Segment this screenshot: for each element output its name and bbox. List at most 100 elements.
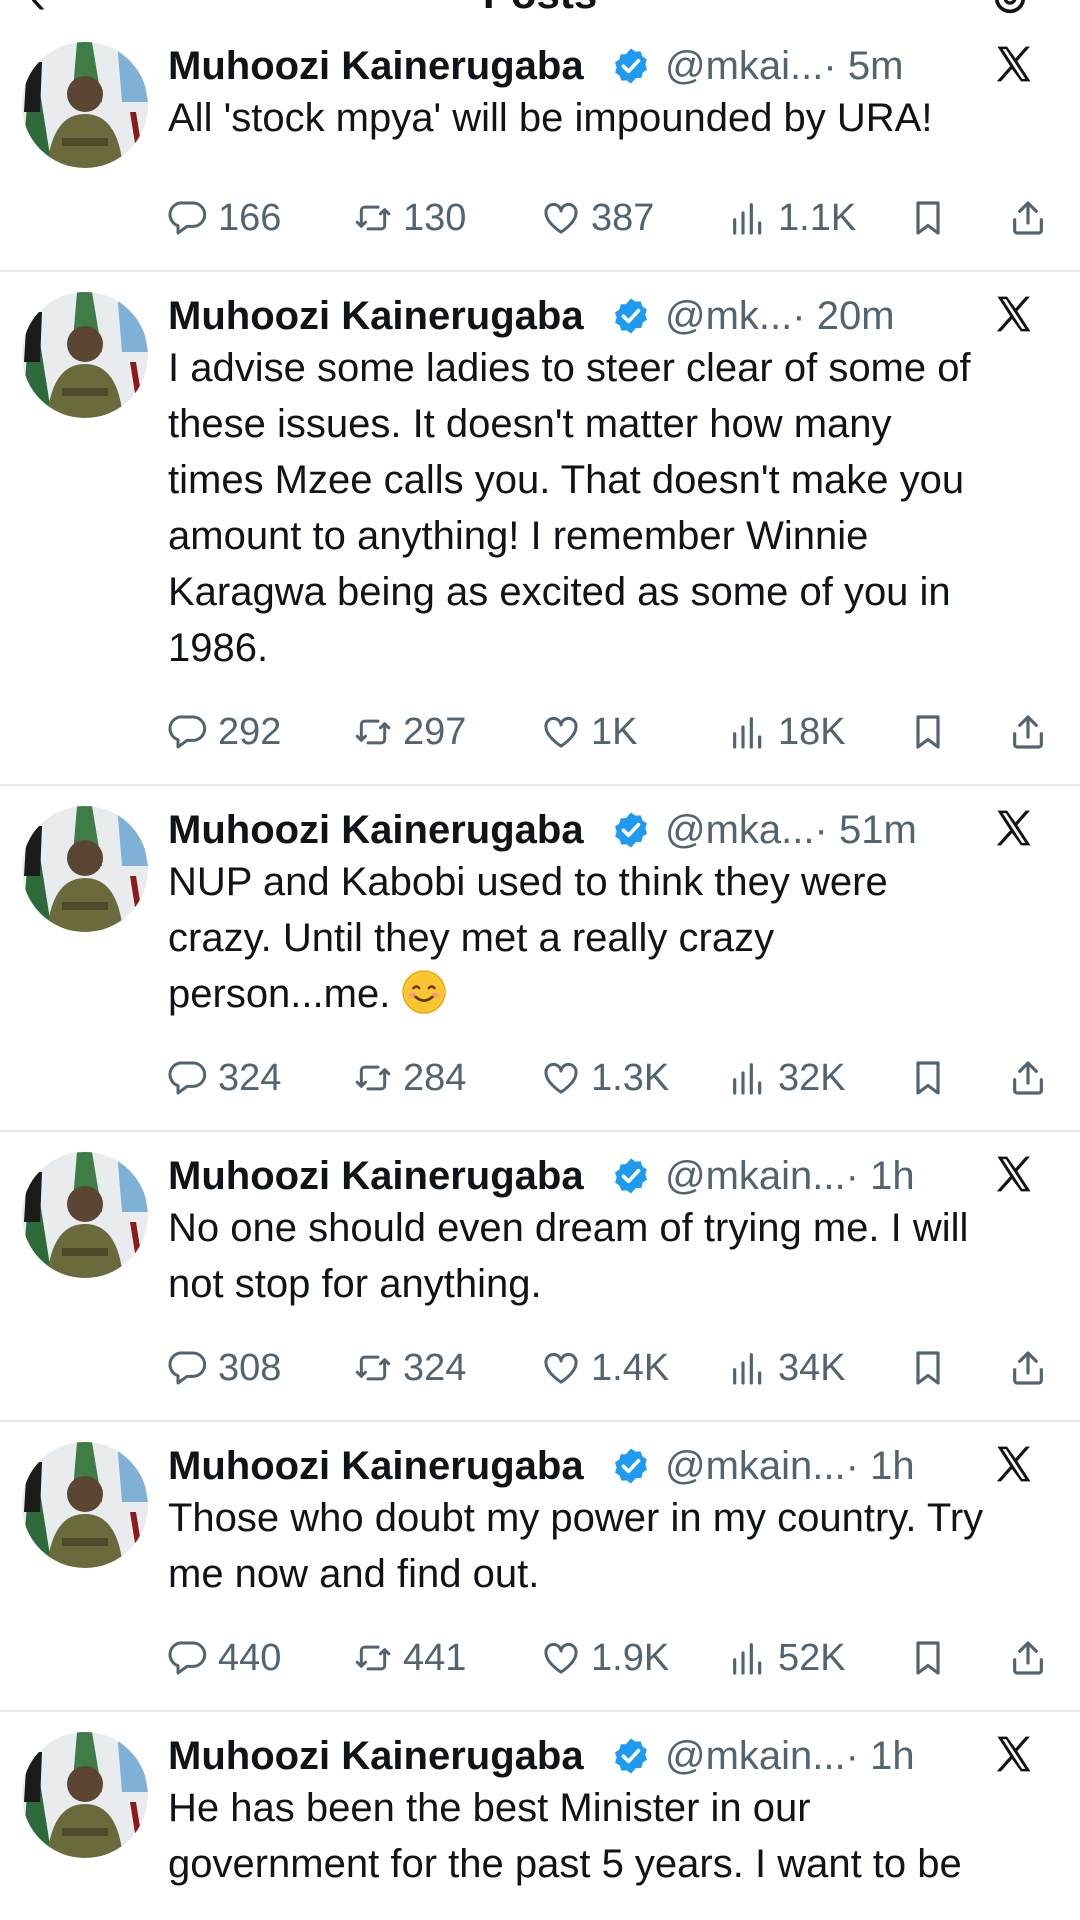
action-bar: 324 284 1.3K 32K [168, 1050, 1068, 1106]
post-item[interactable]: Muhoozi Kainerugaba @mkai...· 5m All 'st… [0, 22, 1080, 272]
author-handle-time[interactable]: @mkai...· 5m [665, 38, 903, 94]
x-logo-icon[interactable] [992, 42, 1036, 86]
share-button[interactable] [1008, 190, 1048, 246]
repost-icon [355, 1065, 391, 1091]
views-icon [733, 1063, 762, 1095]
bookmark-icon [916, 715, 940, 749]
views-count: 32K [778, 1057, 846, 1099]
like-count: 1K [591, 711, 638, 753]
bookmark-icon [916, 1061, 940, 1095]
avatar[interactable] [22, 42, 148, 168]
author-name[interactable]: Muhoozi Kainerugaba [168, 1438, 584, 1494]
x-logo-icon[interactable] [992, 1732, 1036, 1776]
post-item[interactable]: Muhoozi Kainerugaba @mk...· 20m I advise… [0, 272, 1080, 786]
share-icon [1013, 1351, 1043, 1385]
reply-count: 292 [218, 711, 282, 753]
author-handle: @mkain... [665, 1734, 846, 1778]
verified-badge-icon [615, 298, 647, 334]
post-time: · 51m [814, 808, 917, 852]
author-handle-time[interactable]: @mkain...· 1h [665, 1438, 915, 1494]
share-button[interactable] [1008, 704, 1048, 760]
author-handle-time[interactable]: @mkain...· 1h [665, 1148, 915, 1204]
verified-badge-icon [615, 1738, 647, 1774]
views-icon [733, 717, 762, 749]
post-text: NUP and Kabobi used to think they were c… [168, 854, 1068, 1022]
post-item[interactable]: Muhoozi Kainerugaba @mkain...· 1h Those … [0, 1422, 1080, 1712]
verified-badge-icon [615, 1448, 647, 1484]
author-handle: @mka... [665, 808, 815, 852]
avatar[interactable] [22, 1442, 148, 1568]
reply-count: 166 [218, 197, 282, 239]
avatar-image [22, 1442, 148, 1568]
avatar[interactable] [22, 1732, 148, 1858]
bookmark-icon [916, 201, 940, 235]
action-bar: 440 441 1.9K 52K [168, 1630, 1068, 1686]
verified-badge-icon [615, 48, 647, 84]
bookmark-icon [916, 1351, 940, 1385]
author-name[interactable]: Muhoozi Kainerugaba [168, 1728, 584, 1784]
x-logo-icon[interactable] [992, 292, 1036, 336]
share-button[interactable] [1008, 1630, 1048, 1686]
post-text: No one should even dream of trying me. I… [168, 1206, 969, 1306]
share-button[interactable] [1008, 1050, 1048, 1106]
share-icon [1013, 201, 1043, 235]
share-icon [1013, 1061, 1043, 1095]
repost-count: 324 [403, 1347, 467, 1389]
author-handle-time[interactable]: @mka...· 51m [665, 802, 917, 858]
bookmark-button[interactable] [908, 190, 948, 246]
action-bar: 166 130 387 1.1K [168, 190, 1068, 246]
share-icon [1013, 715, 1043, 749]
top-bar: ‹ Posts [0, 0, 1080, 22]
share-icon [1013, 1641, 1043, 1675]
author-name[interactable]: Muhoozi Kainerugaba [168, 1148, 584, 1204]
heart-icon [544, 1642, 578, 1674]
bookmark-button[interactable] [908, 1340, 948, 1396]
author-name[interactable]: Muhoozi Kainerugaba [168, 288, 584, 344]
reply-count: 308 [218, 1347, 282, 1389]
author-handle: @mk... [665, 294, 793, 338]
heart-icon [544, 1352, 578, 1384]
action-bar: 292 297 1K 18K [168, 704, 1068, 760]
heart-icon [544, 716, 578, 748]
reply-count: 324 [218, 1057, 282, 1099]
post-item[interactable]: Muhoozi Kainerugaba @mkain...· 1h He has… [0, 1712, 1080, 1920]
avatar[interactable] [22, 806, 148, 932]
x-logo-icon[interactable] [992, 806, 1036, 850]
gear-icon[interactable] [990, 0, 1030, 18]
repost-icon [355, 205, 391, 231]
post-item[interactable]: Muhoozi Kainerugaba @mkain...· 1h No one… [0, 1132, 1080, 1422]
author-handle-time[interactable]: @mk...· 20m [665, 288, 895, 344]
post-header: Muhoozi Kainerugaba @mk...· 20m [168, 288, 1058, 344]
post-time: · 5m [823, 44, 904, 88]
post-time: · 20m [792, 294, 895, 338]
verified-badge-icon [615, 812, 647, 848]
like-count: 1.9K [591, 1637, 670, 1679]
avatar-image [22, 42, 148, 168]
bookmark-button[interactable] [908, 1630, 948, 1686]
share-button[interactable] [1008, 1340, 1048, 1396]
post-header: Muhoozi Kainerugaba @mkain...· 1h [168, 1438, 1058, 1494]
avatar-image [22, 1152, 148, 1278]
repost-count: 297 [403, 711, 467, 753]
author-name[interactable]: Muhoozi Kainerugaba [168, 802, 584, 858]
reply-icon [168, 1351, 207, 1385]
avatar[interactable] [22, 1152, 148, 1278]
bookmark-button[interactable] [908, 704, 948, 760]
x-logo-icon[interactable] [992, 1442, 1036, 1486]
smiling-face-emoji [402, 970, 447, 1014]
x-logo-icon[interactable] [992, 1152, 1036, 1196]
reply-icon [168, 1641, 207, 1675]
avatar-image [22, 1732, 148, 1858]
author-handle-time[interactable]: @mkain...· 1h [665, 1728, 915, 1784]
bookmark-icon [916, 1641, 940, 1675]
post-item[interactable]: Muhoozi Kainerugaba @mka...· 51m NUP and… [0, 786, 1080, 1132]
post-header: Muhoozi Kainerugaba @mka...· 51m [168, 802, 1058, 858]
repost-icon [355, 1355, 391, 1381]
avatar[interactable] [22, 292, 148, 418]
avatar-image [22, 292, 148, 418]
post-text: He has been the best Minister in our gov… [168, 1786, 962, 1886]
avatar-image [22, 806, 148, 932]
repost-count: 441 [403, 1637, 467, 1679]
author-name[interactable]: Muhoozi Kainerugaba [168, 38, 584, 94]
bookmark-button[interactable] [908, 1050, 948, 1106]
